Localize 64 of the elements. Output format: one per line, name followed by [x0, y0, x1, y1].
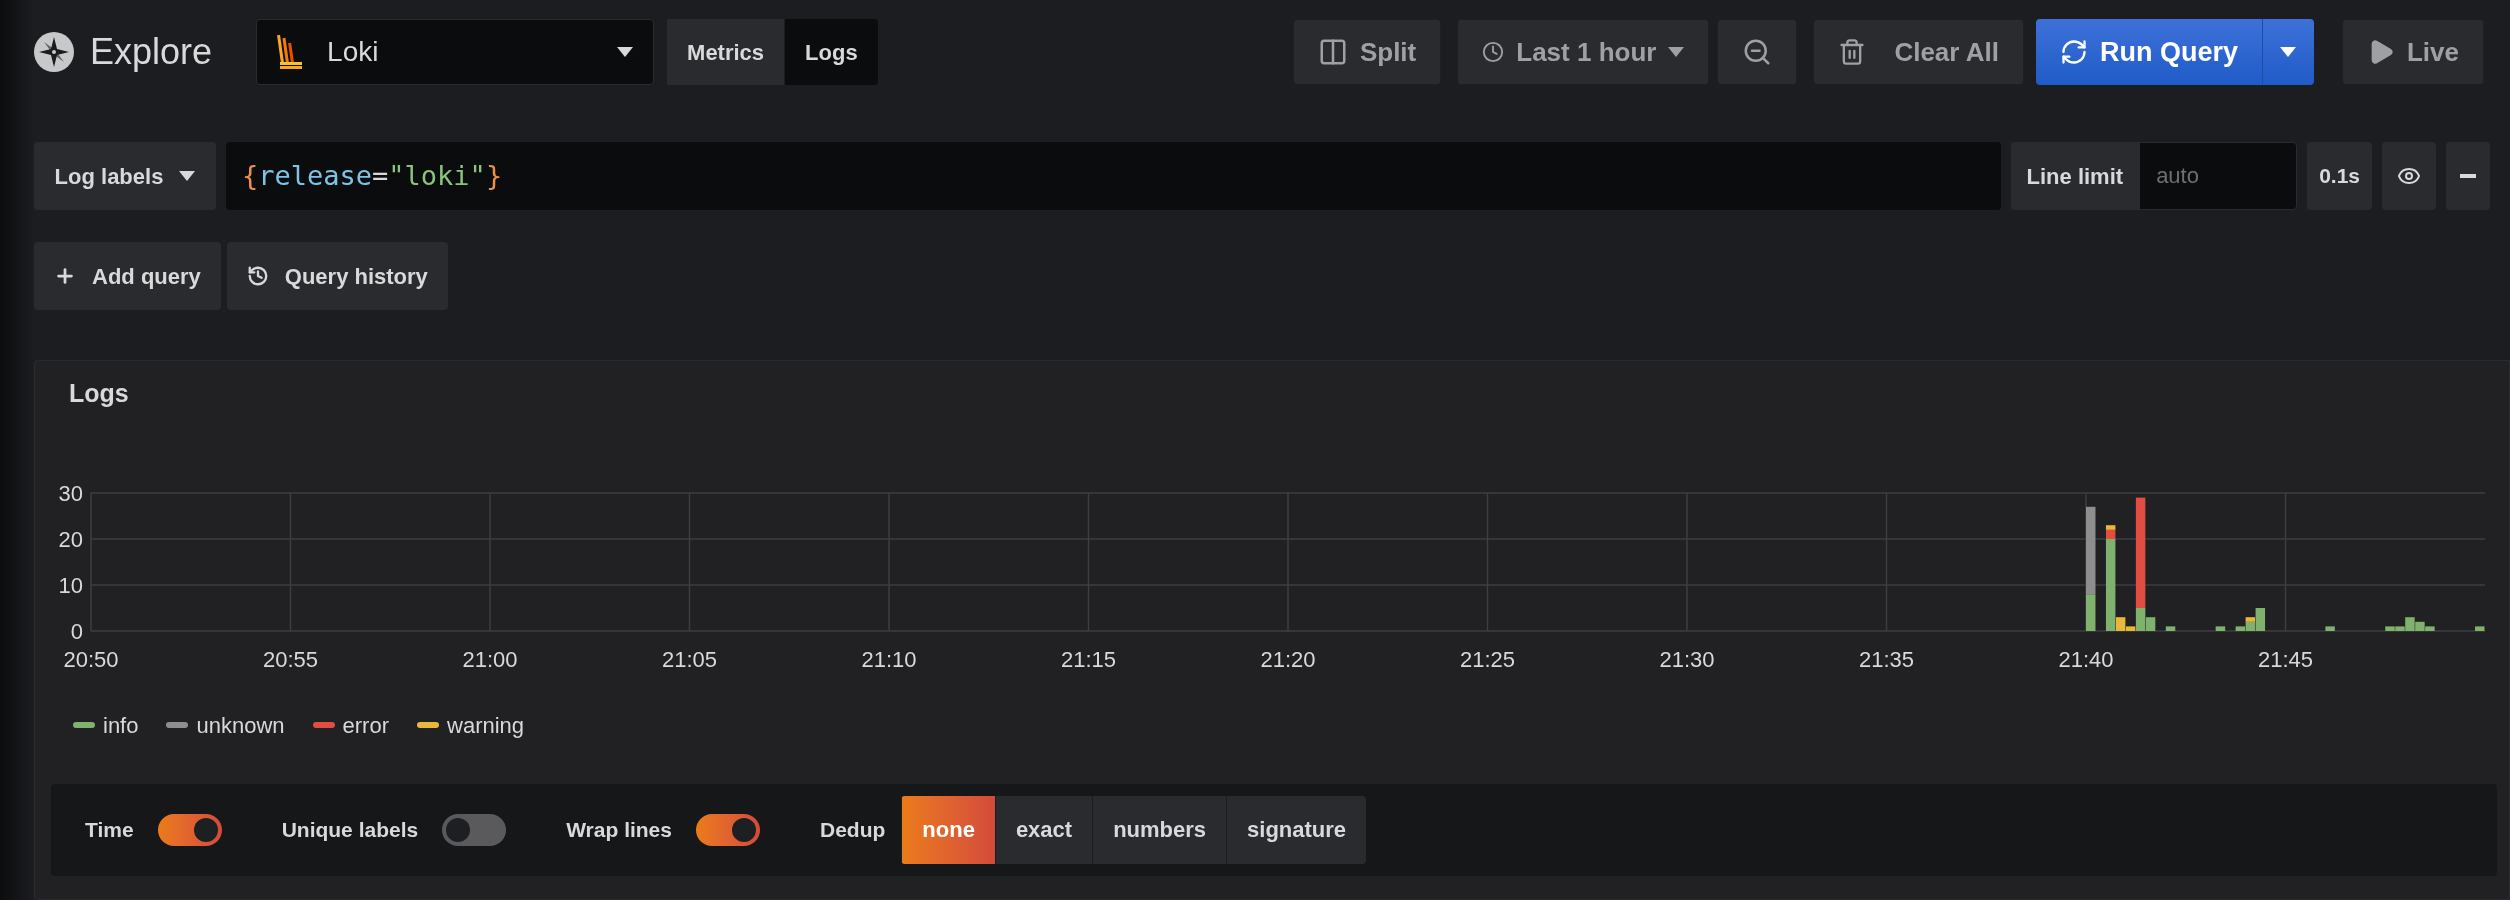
- axis-label: 30: [58, 480, 83, 506]
- mode-tab[interactable]: Metrics: [666, 19, 785, 85]
- axis-label: 10: [58, 572, 83, 598]
- legend-label: error: [342, 711, 389, 740]
- line-limit-field[interactable]: auto: [2139, 142, 2298, 210]
- axis-label: 20:55: [262, 646, 319, 672]
- chart-bar: [2325, 625, 2335, 631]
- toggle-switch[interactable]: [696, 813, 760, 846]
- toggle-label: Unique labels: [281, 816, 419, 843]
- toggle-visibility-button[interactable]: [2382, 142, 2436, 210]
- clock-icon: [1482, 41, 1505, 63]
- time-range-picker[interactable]: Last 1 hour: [1457, 19, 1710, 85]
- line-limit-label: Line limit: [2010, 142, 2140, 210]
- axis-label: 21:20: [1260, 646, 1316, 672]
- live-button[interactable]: Live: [2341, 19, 2484, 85]
- dedup-option[interactable]: signature: [1226, 795, 1367, 864]
- axis-label: 21:15: [1060, 646, 1117, 672]
- zoom-out-button[interactable]: [1717, 19, 1798, 85]
- compass-icon: [34, 32, 74, 72]
- panel-title: Logs: [69, 378, 130, 409]
- legend-label: info: [103, 711, 139, 740]
- toggle-label: Wrap lines: [566, 816, 672, 843]
- caret-icon: [1668, 47, 1685, 57]
- minus-icon: [2460, 174, 2476, 178]
- chart-bar: [2165, 625, 2176, 631]
- axis-label: 21:25: [1459, 646, 1516, 672]
- refresh-icon: [2059, 38, 2088, 66]
- dedup-label: Dedup: [820, 816, 886, 843]
- logo-icon: [277, 35, 304, 69]
- log-labels-button[interactable]: Log labels: [34, 142, 216, 210]
- remove-query-button[interactable]: [2446, 142, 2490, 210]
- history-icon: [246, 265, 269, 287]
- toggle-label: Time: [85, 816, 134, 843]
- dropdown-caret-icon: [617, 47, 634, 57]
- legend-label: warning: [447, 711, 525, 740]
- axis-label: 21:35: [1858, 646, 1915, 672]
- axis-label: 21:30: [1659, 646, 1715, 672]
- chart-bar: [2475, 625, 2485, 631]
- legend-label: unknown: [196, 711, 285, 740]
- plus-icon: [54, 265, 76, 287]
- axis-label: 21:40: [2058, 646, 2114, 672]
- caret-icon: [179, 171, 196, 181]
- datasource-select[interactable]: Loki: [256, 19, 655, 85]
- axis-label: 21:10: [861, 646, 917, 672]
- axis-label: 21:05: [661, 646, 718, 672]
- toggle-switch[interactable]: [442, 813, 507, 846]
- axis-label: 21:45: [2257, 646, 2314, 672]
- query-history-button[interactable]: Query history: [226, 242, 448, 310]
- add-query-button[interactable]: Add query: [34, 242, 221, 310]
- axis-label: 20:50: [63, 646, 119, 672]
- caret-icon: [2280, 47, 2297, 57]
- query-duration: 0.1s: [2307, 142, 2372, 210]
- axis-label: 21:00: [462, 646, 518, 672]
- split-button[interactable]: Split: [1292, 19, 1442, 85]
- dedup-option[interactable]: numbers: [1092, 795, 1227, 864]
- axis-label: 20: [58, 526, 83, 552]
- toggle-switch[interactable]: [157, 813, 222, 846]
- query-field[interactable]: {release="loki"}: [226, 142, 2001, 210]
- chart-bar: [2215, 625, 2226, 631]
- dedup-option[interactable]: exact: [994, 795, 1093, 864]
- axis-label: 0: [70, 618, 83, 644]
- mode-tab[interactable]: Logs: [784, 19, 878, 85]
- clear-all-button[interactable]: Clear All: [1813, 19, 2024, 85]
- page-title: Explore: [90, 30, 213, 74]
